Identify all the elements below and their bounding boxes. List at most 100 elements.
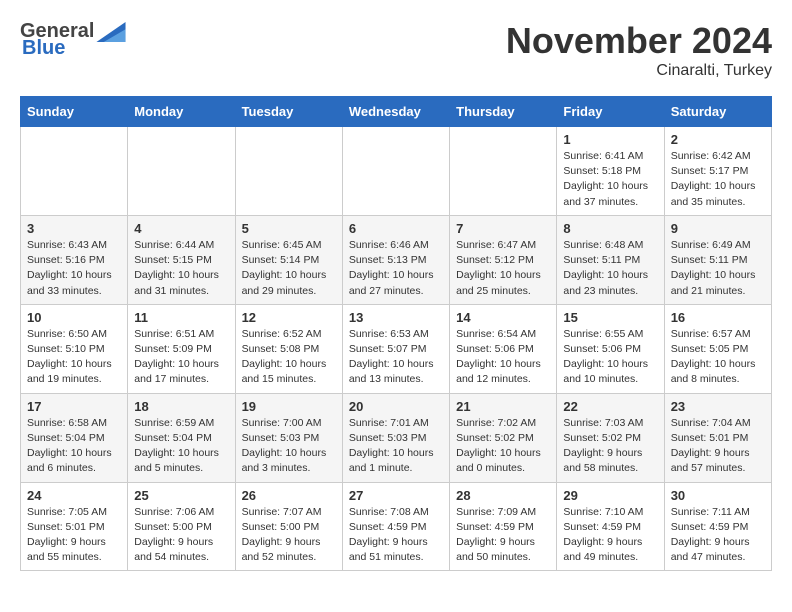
day-info: Sunrise: 7:02 AMSunset: 5:02 PMDaylight:… — [456, 416, 550, 477]
calendar-cell: 7 Sunrise: 6:47 AMSunset: 5:12 PMDaylight… — [450, 215, 557, 304]
day-number: 18 — [134, 399, 228, 414]
calendar-cell: 16 Sunrise: 6:57 AMSunset: 5:05 PMDayligh… — [664, 304, 771, 393]
calendar-cell: 30 Sunrise: 7:11 AMSunset: 4:59 PMDayligh… — [664, 482, 771, 571]
day-number: 22 — [563, 399, 657, 414]
day-info: Sunrise: 6:47 AMSunset: 5:12 PMDaylight:… — [456, 238, 550, 299]
title-block: November 2024 Cinaralti, Turkey — [506, 20, 772, 80]
day-number: 6 — [349, 221, 443, 236]
calendar-cell — [342, 127, 449, 216]
day-info: Sunrise: 7:00 AMSunset: 5:03 PMDaylight:… — [242, 416, 336, 477]
day-number: 15 — [563, 310, 657, 325]
calendar-cell: 15 Sunrise: 6:55 AMSunset: 5:06 PMDayligh… — [557, 304, 664, 393]
day-info: Sunrise: 6:42 AMSunset: 5:17 PMDaylight:… — [671, 149, 765, 210]
day-number: 12 — [242, 310, 336, 325]
day-number: 17 — [27, 399, 121, 414]
day-number: 21 — [456, 399, 550, 414]
day-number: 16 — [671, 310, 765, 325]
calendar-cell: 2Sunrise: 6:42 AMSunset: 5:17 PMDaylight… — [664, 127, 771, 216]
day-info: Sunrise: 6:43 AMSunset: 5:16 PMDaylight:… — [27, 238, 121, 299]
day-number: 3 — [27, 221, 121, 236]
calendar-week-2: 3 Sunrise: 6:43 AMSunset: 5:16 PMDaylight… — [21, 215, 772, 304]
day-info: Sunrise: 6:55 AMSunset: 5:06 PMDaylight:… — [563, 327, 657, 388]
logo: General Blue — [20, 20, 126, 60]
calendar-cell: 27 Sunrise: 7:08 AMSunset: 4:59 PMDayligh… — [342, 482, 449, 571]
col-friday: Friday — [557, 97, 664, 127]
calendar-cell: 8 Sunrise: 6:48 AMSunset: 5:11 PMDaylight… — [557, 215, 664, 304]
month-title: November 2024 — [506, 20, 772, 62]
day-info: Sunrise: 6:48 AMSunset: 5:11 PMDaylight:… — [563, 238, 657, 299]
calendar-cell: 24 Sunrise: 7:05 AMSunset: 5:01 PMDayligh… — [21, 482, 128, 571]
logo-icon — [96, 22, 126, 42]
col-monday: Monday — [128, 97, 235, 127]
day-number: 14 — [456, 310, 550, 325]
day-info: Sunrise: 6:58 AMSunset: 5:04 PMDaylight:… — [27, 416, 121, 477]
calendar-week-5: 24 Sunrise: 7:05 AMSunset: 5:01 PMDayligh… — [21, 482, 772, 571]
calendar-cell: 26Sunrise: 7:07 AMSunset: 5:00 PMDayligh… — [235, 482, 342, 571]
day-number: 27 — [349, 488, 443, 503]
day-number: 28 — [456, 488, 550, 503]
day-number: 29 — [563, 488, 657, 503]
day-info: Sunrise: 6:41 AMSunset: 5:18 PMDaylight:… — [563, 149, 657, 210]
day-info: Sunrise: 6:51 AMSunset: 5:09 PMDaylight:… — [134, 327, 228, 388]
day-number: 25 — [134, 488, 228, 503]
calendar-week-3: 10 Sunrise: 6:50 AMSunset: 5:10 PMDayligh… — [21, 304, 772, 393]
calendar-cell: 23 Sunrise: 7:04 AMSunset: 5:01 PMDayligh… — [664, 393, 771, 482]
calendar-cell: 9 Sunrise: 6:49 AMSunset: 5:11 PMDaylight… — [664, 215, 771, 304]
day-info: Sunrise: 7:05 AMSunset: 5:01 PMDaylight:… — [27, 505, 121, 566]
calendar-cell: 14 Sunrise: 6:54 AMSunset: 5:06 PMDayligh… — [450, 304, 557, 393]
day-number: 4 — [134, 221, 228, 236]
header-row: Sunday Monday Tuesday Wednesday Thursday… — [21, 97, 772, 127]
day-info: Sunrise: 6:46 AMSunset: 5:13 PMDaylight:… — [349, 238, 443, 299]
day-info: Sunrise: 7:11 AMSunset: 4:59 PMDaylight:… — [671, 505, 765, 566]
day-number: 30 — [671, 488, 765, 503]
day-info: Sunrise: 6:44 AMSunset: 5:15 PMDaylight:… — [134, 238, 228, 299]
day-info: Sunrise: 7:01 AMSunset: 5:03 PMDaylight:… — [349, 416, 443, 477]
day-number: 23 — [671, 399, 765, 414]
day-number: 9 — [671, 221, 765, 236]
day-number: 24 — [27, 488, 121, 503]
calendar-cell: 5Sunrise: 6:45 AMSunset: 5:14 PMDaylight… — [235, 215, 342, 304]
calendar-cell: 13Sunrise: 6:53 AMSunset: 5:07 PMDayligh… — [342, 304, 449, 393]
col-saturday: Saturday — [664, 97, 771, 127]
col-thursday: Thursday — [450, 97, 557, 127]
calendar-week-1: 1Sunrise: 6:41 AMSunset: 5:18 PMDaylight… — [21, 127, 772, 216]
calendar-cell: 1Sunrise: 6:41 AMSunset: 5:18 PMDaylight… — [557, 127, 664, 216]
calendar-cell: 28 Sunrise: 7:09 AMSunset: 4:59 PMDayligh… — [450, 482, 557, 571]
calendar-cell: 29Sunrise: 7:10 AMSunset: 4:59 PMDayligh… — [557, 482, 664, 571]
calendar-cell — [450, 127, 557, 216]
col-sunday: Sunday — [21, 97, 128, 127]
day-info: Sunrise: 6:45 AMSunset: 5:14 PMDaylight:… — [242, 238, 336, 299]
calendar-table: Sunday Monday Tuesday Wednesday Thursday… — [20, 96, 772, 571]
day-number: 7 — [456, 221, 550, 236]
calendar-cell — [235, 127, 342, 216]
calendar-cell: 17 Sunrise: 6:58 AMSunset: 5:04 PMDayligh… — [21, 393, 128, 482]
calendar-cell — [21, 127, 128, 216]
day-info: Sunrise: 7:09 AMSunset: 4:59 PMDaylight:… — [456, 505, 550, 566]
calendar-cell: 18 Sunrise: 6:59 AMSunset: 5:04 PMDayligh… — [128, 393, 235, 482]
day-info: Sunrise: 6:50 AMSunset: 5:10 PMDaylight:… — [27, 327, 121, 388]
location-subtitle: Cinaralti, Turkey — [506, 62, 772, 80]
day-number: 8 — [563, 221, 657, 236]
calendar-cell: 20Sunrise: 7:01 AMSunset: 5:03 PMDayligh… — [342, 393, 449, 482]
calendar-cell: 22Sunrise: 7:03 AMSunset: 5:02 PMDayligh… — [557, 393, 664, 482]
calendar-week-4: 17 Sunrise: 6:58 AMSunset: 5:04 PMDayligh… — [21, 393, 772, 482]
day-info: Sunrise: 6:54 AMSunset: 5:06 PMDaylight:… — [456, 327, 550, 388]
calendar-cell: 10 Sunrise: 6:50 AMSunset: 5:10 PMDayligh… — [21, 304, 128, 393]
calendar-cell — [128, 127, 235, 216]
calendar-cell: 21 Sunrise: 7:02 AMSunset: 5:02 PMDayligh… — [450, 393, 557, 482]
day-info: Sunrise: 7:04 AMSunset: 5:01 PMDaylight:… — [671, 416, 765, 477]
day-info: Sunrise: 6:49 AMSunset: 5:11 PMDaylight:… — [671, 238, 765, 299]
day-info: Sunrise: 6:57 AMSunset: 5:05 PMDaylight:… — [671, 327, 765, 388]
day-info: Sunrise: 6:52 AMSunset: 5:08 PMDaylight:… — [242, 327, 336, 388]
day-number: 26 — [242, 488, 336, 503]
day-info: Sunrise: 7:08 AMSunset: 4:59 PMDaylight:… — [349, 505, 443, 566]
calendar-cell: 19Sunrise: 7:00 AMSunset: 5:03 PMDayligh… — [235, 393, 342, 482]
calendar-cell: 25 Sunrise: 7:06 AMSunset: 5:00 PMDayligh… — [128, 482, 235, 571]
logo-blue: Blue — [22, 37, 65, 60]
col-wednesday: Wednesday — [342, 97, 449, 127]
day-info: Sunrise: 7:06 AMSunset: 5:00 PMDaylight:… — [134, 505, 228, 566]
col-tuesday: Tuesday — [235, 97, 342, 127]
calendar-cell: 3 Sunrise: 6:43 AMSunset: 5:16 PMDaylight… — [21, 215, 128, 304]
day-info: Sunrise: 6:59 AMSunset: 5:04 PMDaylight:… — [134, 416, 228, 477]
day-number: 10 — [27, 310, 121, 325]
